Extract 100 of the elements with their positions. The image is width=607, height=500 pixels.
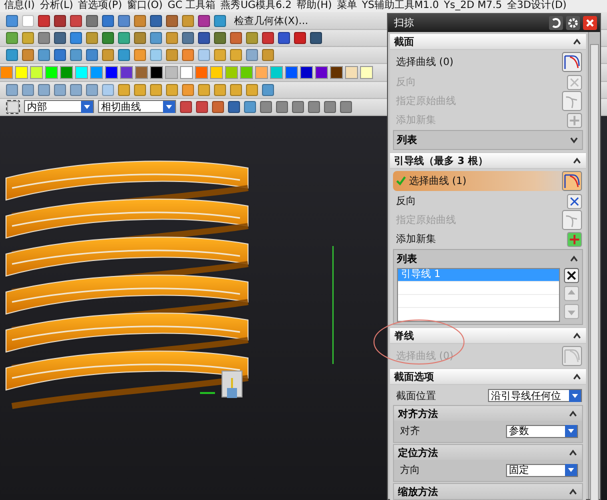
color-swatch[interactable]	[225, 66, 238, 79]
selection-box-icon[interactable]	[6, 100, 20, 114]
menu-item[interactable]: GC 工具箱	[168, 0, 216, 12]
color-swatch[interactable]	[120, 66, 133, 79]
tool-icon[interactable]	[118, 14, 130, 27]
section-header[interactable]: 脊线	[390, 328, 586, 343]
tool-icon[interactable]	[246, 32, 258, 44]
tool-icon[interactable]	[276, 100, 288, 113]
color-swatch[interactable]	[105, 66, 118, 79]
tool-icon[interactable]	[86, 32, 98, 44]
tool-icon[interactable]	[230, 32, 242, 44]
tool-icon[interactable]	[150, 14, 162, 27]
color-swatch[interactable]	[60, 66, 73, 79]
tool-icon[interactable]	[54, 14, 66, 27]
section-header[interactable]: 截面选项	[390, 369, 586, 384]
curve-select-icon[interactable]	[562, 171, 582, 191]
filter-dropdown[interactable]: 内部	[24, 100, 94, 114]
color-swatch[interactable]	[300, 66, 313, 79]
menu-item[interactable]: 全3D设计(D)	[507, 0, 567, 12]
color-swatch[interactable]	[210, 66, 223, 79]
tool-icon[interactable]	[196, 100, 208, 113]
collapse-chevron-icon[interactable]	[568, 448, 578, 458]
menu-item[interactable]: YS辅助工具M1.0	[362, 0, 439, 12]
reset-icon[interactable]	[549, 16, 563, 30]
menu-item[interactable]: 分析(L)	[40, 0, 74, 12]
tool-icon[interactable]	[6, 49, 18, 62]
scrollbar[interactable]	[588, 32, 600, 499]
color-swatch[interactable]	[0, 66, 13, 79]
tool-icon[interactable]	[262, 84, 274, 96]
scrollbar-thumb[interactable]	[590, 44, 599, 500]
section-header[interactable]: 引导线（最多 3 根）	[390, 153, 586, 168]
color-swatch[interactable]	[195, 66, 208, 79]
collapse-chevron-icon[interactable]	[568, 486, 578, 496]
add-set-icon[interactable]	[567, 112, 582, 128]
color-swatch[interactable]	[285, 66, 298, 79]
tool-icon[interactable]	[134, 14, 146, 27]
tool-icon[interactable]	[308, 100, 320, 113]
tool-icon[interactable]	[54, 49, 66, 62]
tool-icon[interactable]	[54, 32, 66, 44]
delete-icon[interactable]	[564, 268, 579, 283]
curve-icon[interactable]	[562, 210, 582, 230]
tool-icon[interactable]	[102, 32, 114, 44]
color-swatch[interactable]	[270, 66, 283, 79]
tool-icon[interactable]	[244, 100, 256, 113]
color-swatch[interactable]	[90, 66, 103, 79]
tool-icon[interactable]	[198, 32, 210, 44]
selection-row[interactable]: 选择曲线 (0)	[393, 52, 583, 72]
check-geometry-button[interactable]: 检查几何体(X)...	[234, 14, 308, 28]
tool-icon[interactable]	[150, 32, 162, 44]
color-swatch[interactable]	[135, 66, 148, 79]
tool-icon[interactable]	[340, 100, 352, 113]
color-swatch[interactable]	[315, 66, 328, 79]
collapse-chevron-icon[interactable]	[568, 408, 578, 418]
tool-icon[interactable]	[294, 32, 306, 44]
menu-item[interactable]: 帮助(H)	[296, 0, 332, 12]
color-swatch[interactable]	[45, 66, 58, 79]
tool-icon[interactable]	[212, 100, 224, 113]
tool-icon[interactable]	[214, 32, 226, 44]
color-swatch[interactable]	[30, 66, 43, 79]
color-swatch[interactable]	[75, 66, 88, 79]
tool-icon[interactable]	[86, 49, 98, 62]
color-swatch[interactable]	[330, 66, 343, 79]
tool-icon[interactable]	[70, 32, 82, 44]
menu-item[interactable]: 燕秀UG模具6.2	[220, 0, 292, 12]
tool-icon[interactable]	[182, 32, 194, 44]
filter-dropdown[interactable]: 相切曲线	[98, 100, 176, 114]
color-swatch[interactable]	[255, 66, 268, 79]
tool-icon[interactable]	[118, 32, 130, 44]
menu-item[interactable]: 首选项(P)	[78, 0, 122, 12]
color-swatch[interactable]	[240, 66, 253, 79]
collapse-chevron-icon[interactable]	[572, 156, 582, 166]
tool-icon[interactable]	[86, 14, 98, 27]
option-dropdown[interactable]: 固定	[506, 464, 578, 476]
tool-icon[interactable]	[228, 100, 240, 113]
color-swatch[interactable]	[360, 66, 373, 79]
active-selection-row[interactable]: 选择曲线 (1)	[393, 171, 583, 191]
tool-icon[interactable]	[180, 100, 192, 113]
menu-item[interactable]: 信息(I)	[4, 0, 35, 12]
expand-chevron-icon[interactable]	[569, 135, 579, 145]
tool-icon[interactable]	[38, 32, 50, 44]
settings-icon[interactable]	[566, 16, 580, 30]
tool-icon[interactable]	[38, 14, 50, 27]
tool-icon[interactable]	[292, 100, 304, 113]
tool-icon[interactable]	[278, 32, 290, 44]
tool-icon[interactable]	[198, 14, 210, 27]
option-dropdown[interactable]: 沿引导线任何位	[488, 389, 582, 402]
menu-item[interactable]: 窗口(O)	[126, 0, 163, 12]
section-header[interactable]: 截面	[390, 34, 586, 49]
tool-icon[interactable]	[324, 100, 336, 113]
color-swatch[interactable]	[180, 66, 193, 79]
add-set-icon[interactable]	[567, 232, 582, 246]
tool-icon[interactable]	[310, 32, 322, 44]
color-swatch[interactable]	[15, 66, 28, 79]
tool-icon[interactable]	[214, 14, 226, 27]
color-swatch[interactable]	[150, 66, 163, 79]
collapse-chevron-icon[interactable]	[572, 36, 582, 46]
curve-select-icon[interactable]	[562, 52, 582, 72]
tool-icon[interactable]	[262, 32, 274, 44]
option-dropdown[interactable]: 参数	[506, 424, 578, 438]
tool-icon[interactable]	[6, 14, 18, 27]
